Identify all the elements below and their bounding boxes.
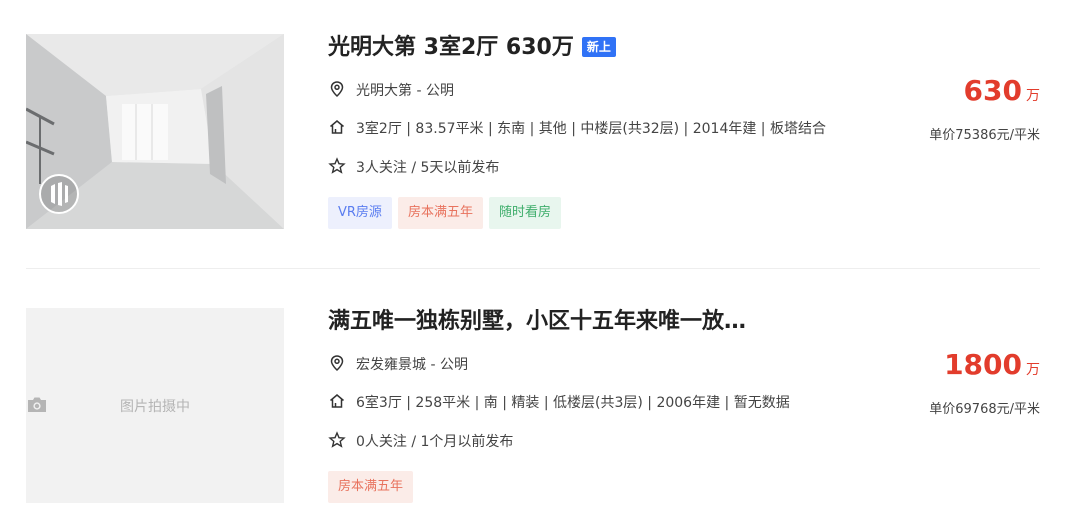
- listing-location: 宏发雍景城 - 公明: [328, 354, 468, 374]
- tag-vr: VR房源: [328, 197, 392, 229]
- house-icon: [330, 394, 344, 408]
- location-text[interactable]: 光明大第 - 公明: [356, 83, 454, 99]
- placeholder-text: 图片拍摄中: [120, 399, 190, 415]
- price-unit: 万: [1026, 88, 1040, 104]
- listing-title[interactable]: 光明大第 3室2厅 630万 新上: [328, 34, 616, 62]
- listing-tags: VR房源 房本满五年 随时看房: [328, 197, 567, 229]
- star-icon: [328, 157, 346, 174]
- location-text[interactable]: 宏发雍景城 - 公明: [356, 357, 468, 373]
- new-badge: 新上: [581, 37, 616, 57]
- tag-five-years: 房本满五年: [397, 197, 483, 229]
- listing-list: 光明大第 3室2厅 630万 新上 光明大第 - 公明 3室2厅 | 83.57平…: [0, 0, 1080, 523]
- price-value: 1800: [944, 348, 1022, 381]
- unit-price: 单价75386元/平米: [929, 128, 1040, 143]
- listing-tags: 房本满五年: [328, 471, 419, 503]
- listing-divider: [26, 268, 1040, 269]
- listing-info: 光明大第 3室2厅 630万 新上 光明大第 - 公明 3室2厅 | 83.57平…: [328, 34, 1040, 229]
- location-pin-icon: [330, 355, 344, 372]
- photo-placeholder: 图片拍摄中: [26, 396, 284, 416]
- listing-location: 光明大第 - 公明: [328, 80, 454, 100]
- listing-card[interactable]: 光明大第 3室2厅 630万 新上 光明大第 - 公明 3室2厅 | 83.57平…: [26, 34, 1040, 229]
- listing-photo-placeholder[interactable]: 图片拍摄中: [26, 308, 284, 503]
- listing-follow: 3人关注 / 5天以前发布: [328, 157, 499, 177]
- house-icon: [330, 120, 344, 134]
- listing-details: 6室3厅 | 258平米 | 南 | 精装 | 低楼层(共3层) | 2006年…: [328, 392, 790, 412]
- tag-five-years: 房本满五年: [328, 471, 414, 503]
- follow-text: 3人关注 / 5天以前发布: [356, 160, 500, 176]
- total-price: 630 万: [964, 74, 1040, 107]
- listing-card[interactable]: 图片拍摄中 满五唯一独栋别墅，小区十五年来唯一放… 宏发雍景城 - 公明 6室3…: [26, 308, 1040, 503]
- listing-title-text[interactable]: 满五唯一独栋别墅，小区十五年来唯一放…: [328, 309, 746, 334]
- listing-follow: 0人关注 / 1个月以前发布: [328, 431, 513, 451]
- camera-icon: [28, 397, 46, 412]
- tag-anytime-viewing: 随时看房: [488, 197, 561, 229]
- price-unit: 万: [1026, 362, 1040, 378]
- follow-text: 0人关注 / 1个月以前发布: [356, 434, 514, 450]
- details-text: 6室3厅 | 258平米 | 南 | 精装 | 低楼层(共3层) | 2006年…: [356, 395, 790, 411]
- listing-title-text[interactable]: 光明大第 3室2厅 630万: [328, 35, 574, 60]
- listing-details: 3室2厅 | 83.57平米 | 东南 | 其他 | 中楼层(共32层) | 2…: [328, 118, 826, 138]
- total-price: 1800 万: [944, 348, 1040, 381]
- listing-info: 满五唯一独栋别墅，小区十五年来唯一放… 宏发雍景城 - 公明 6室3厅 | 25…: [328, 308, 1040, 503]
- details-text: 3室2厅 | 83.57平米 | 东南 | 其他 | 中楼层(共32层) | 2…: [356, 121, 826, 137]
- listing-photo[interactable]: [26, 34, 284, 229]
- listing-title[interactable]: 满五唯一独栋别墅，小区十五年来唯一放…: [328, 308, 746, 336]
- price-value: 630: [963, 74, 1022, 107]
- star-icon: [328, 431, 346, 448]
- vr-icon[interactable]: [26, 34, 284, 229]
- unit-price: 单价69768元/平米: [929, 402, 1040, 417]
- location-pin-icon: [330, 81, 344, 98]
